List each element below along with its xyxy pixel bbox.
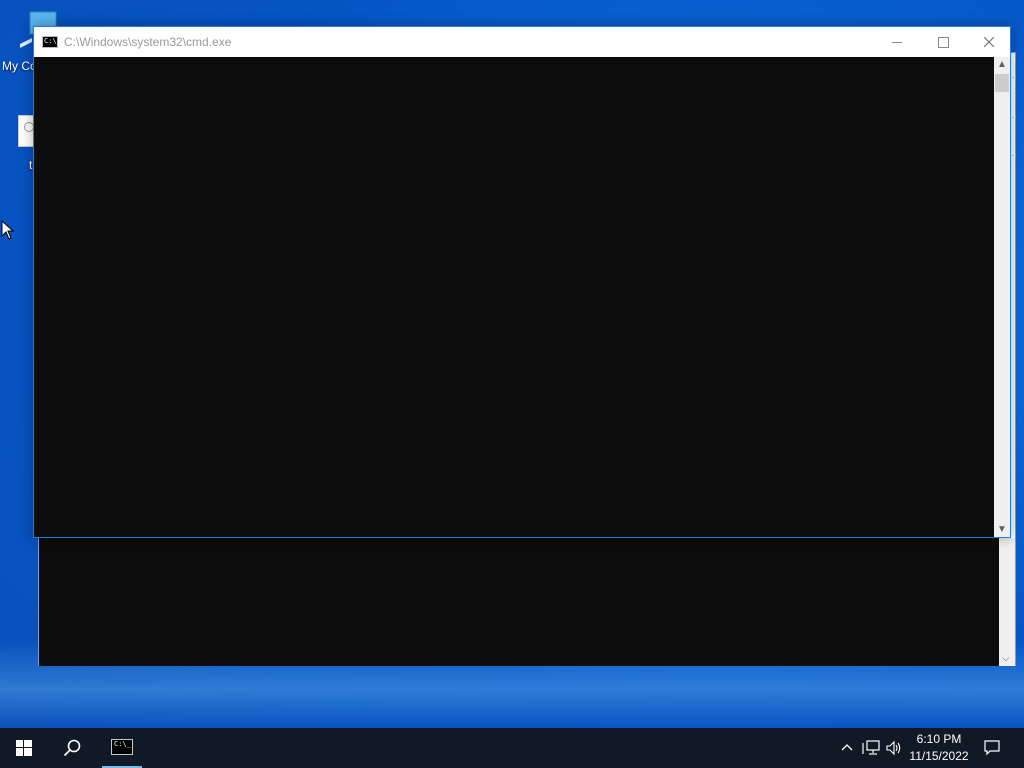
start-button[interactable] (0, 728, 48, 768)
cmd-icon: C:\_ (111, 739, 133, 755)
taskbar-cmd-button[interactable]: C:\_ (100, 728, 144, 768)
window-title: C:\Windows\system32\cmd.exe (64, 35, 232, 49)
scroll-up-icon[interactable]: ▲ (997, 59, 1007, 70)
close-button[interactable] (966, 27, 1012, 57)
cmd-window[interactable]: C:\_ C:\Windows\system32\cmd.exe ▲ ▼ (33, 26, 1011, 538)
clock[interactable]: 6:10 PM 11/15/2022 (904, 731, 974, 765)
title-bar[interactable]: C:\_ C:\Windows\system32\cmd.exe (34, 27, 1010, 57)
taskbar: C:\_ 6:10 PM 11/15/2022 (0, 728, 1024, 768)
search-icon (63, 739, 81, 757)
network-button[interactable] (860, 728, 882, 768)
divider (1012, 155, 1016, 156)
console-area[interactable] (34, 57, 994, 537)
notification-icon (984, 740, 1000, 756)
divider (1012, 77, 1016, 78)
tray-chevron-button[interactable] (838, 728, 856, 768)
cmd-icon: C:\_ (42, 36, 61, 48)
close-icon (984, 37, 994, 47)
action-center-button[interactable] (978, 728, 1008, 768)
vertical-scrollbar[interactable]: ▲ ▼ (994, 57, 1010, 537)
scroll-down-icon[interactable]: ▼ (997, 524, 1007, 535)
volume-icon (886, 740, 901, 756)
clock-date: 11/15/2022 (909, 749, 969, 763)
chevron-up-icon (841, 744, 853, 751)
maximize-button[interactable] (920, 27, 966, 57)
desktop-icon-label: t (29, 158, 33, 172)
volume-button[interactable] (884, 728, 904, 768)
background-vertical-scrollbar[interactable]: ⌵ (999, 538, 1015, 666)
divider (1012, 117, 1016, 118)
clock-time: 6:10 PM (916, 732, 962, 746)
start-icon (16, 740, 32, 756)
mouse-cursor-icon (1, 220, 15, 240)
minimize-button[interactable] (874, 27, 920, 57)
network-icon (862, 740, 880, 755)
background-console-area[interactable] (39, 538, 999, 666)
desktop: My Co t ⌵ C:\_ C:\Windows\system32\cmd.e… (0, 0, 1024, 768)
desktop-icon-label: My Co (2, 59, 37, 73)
search-button[interactable] (48, 728, 96, 768)
scroll-down-icon[interactable]: ⌵ (1002, 653, 1010, 664)
scrollbar-thumb[interactable] (995, 74, 1009, 92)
